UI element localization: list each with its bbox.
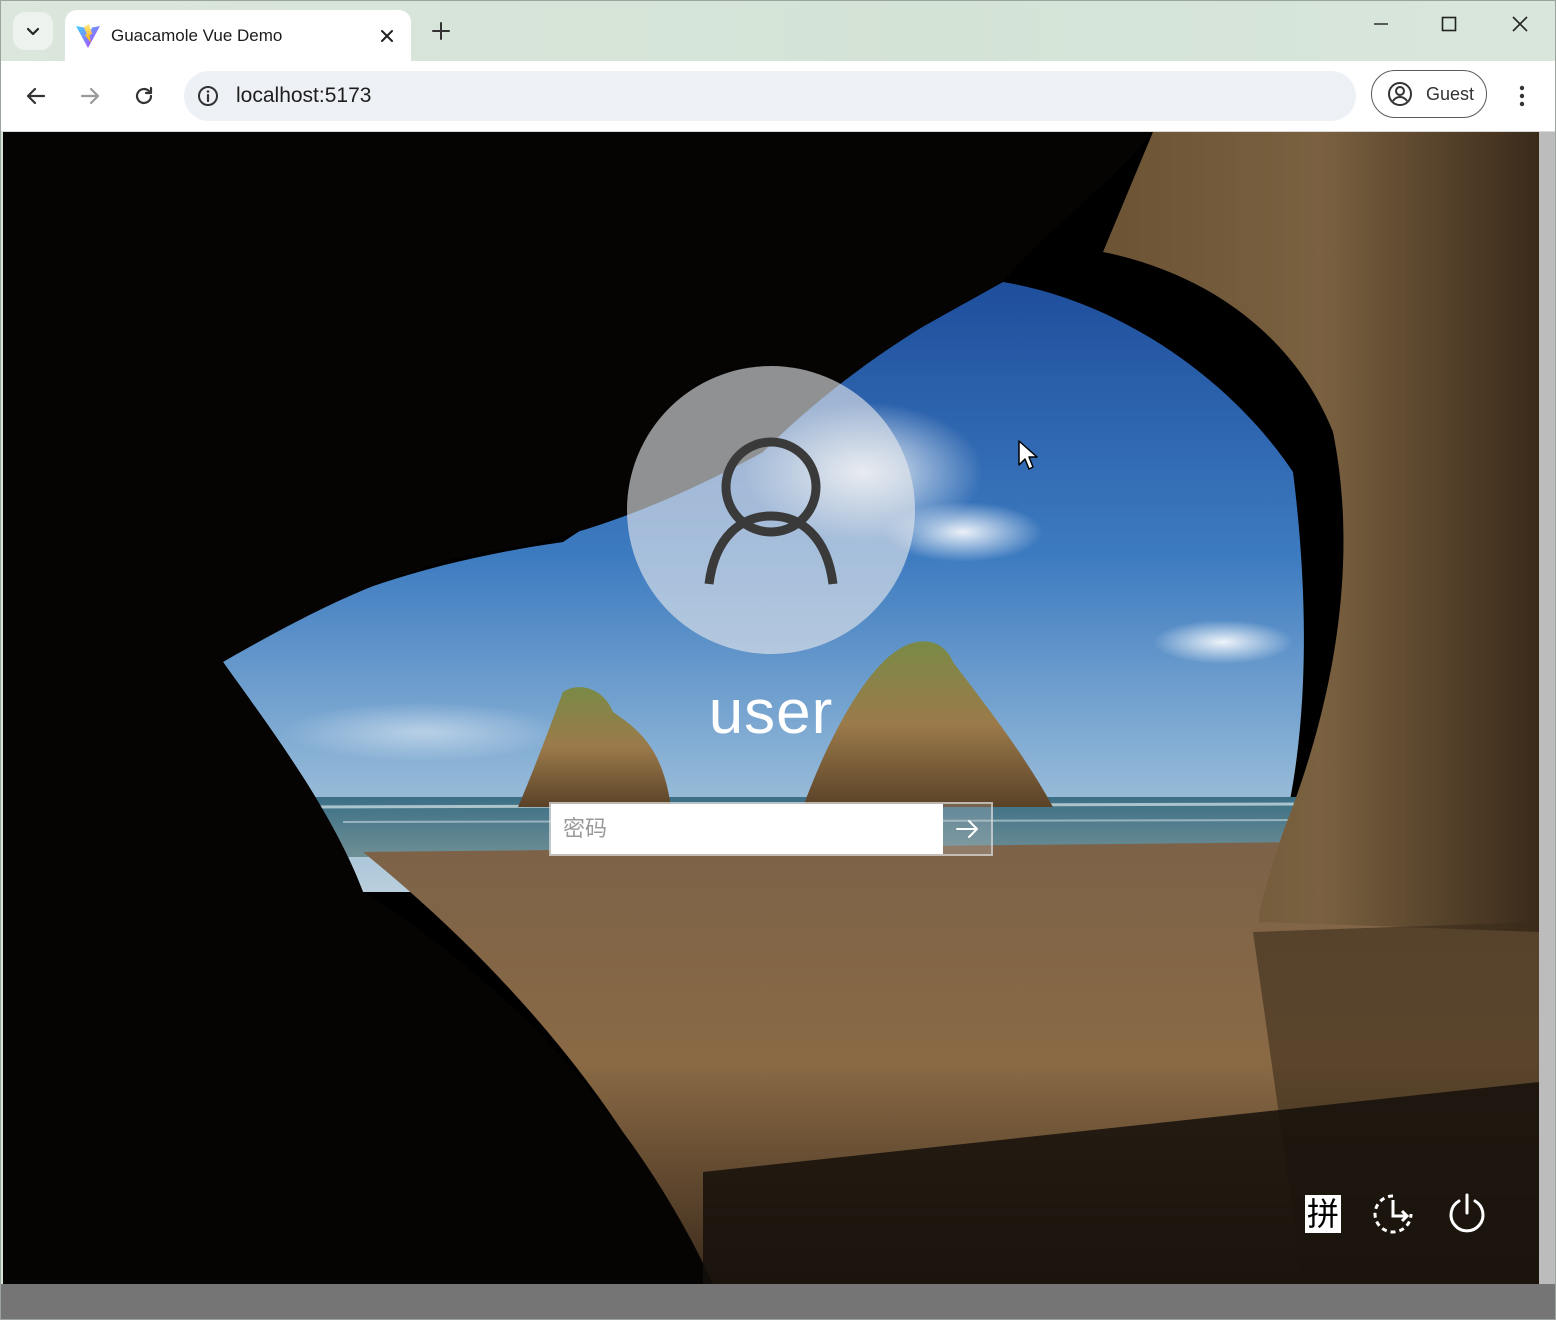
browser-toolbar: localhost:5173 Guest <box>1 61 1555 132</box>
password-input[interactable] <box>551 804 943 854</box>
submit-password-button[interactable] <box>943 804 991 854</box>
user-silhouette-icon <box>704 437 838 585</box>
vite-logo-icon <box>76 23 100 48</box>
profile-button[interactable]: Guest <box>1371 70 1487 118</box>
scrollbar-gutter <box>1539 132 1555 1284</box>
arrow-left-icon <box>26 87 46 105</box>
new-tab-button[interactable] <box>425 15 457 47</box>
tab-active[interactable]: Guacamole Vue Demo <box>65 10 411 61</box>
forward-button[interactable] <box>71 77 109 115</box>
close-window-button[interactable] <box>1490 7 1550 41</box>
arrow-right-icon <box>956 820 978 838</box>
back-button[interactable] <box>17 77 55 115</box>
minimize-button[interactable] <box>1351 7 1411 41</box>
maximize-button[interactable] <box>1419 7 1479 41</box>
power-button[interactable] <box>1445 1192 1489 1236</box>
maximize-icon <box>1441 16 1457 32</box>
password-box <box>549 802 993 856</box>
info-icon[interactable] <box>196 84 220 108</box>
input-method-button[interactable]: 拼 <box>1301 1192 1345 1236</box>
power-icon <box>1449 1193 1485 1233</box>
lockscreen-username: user <box>708 678 834 747</box>
profile-label: Guest <box>1426 83 1475 104</box>
tab-search-button[interactable] <box>13 12 53 50</box>
user-avatar <box>627 366 915 654</box>
kebab-menu-icon <box>1519 85 1525 107</box>
remote-desktop-canvas[interactable]: user 拼 <box>3 132 1539 1284</box>
ease-of-access-icon <box>1373 1194 1413 1234</box>
bottom-gutter <box>1 1284 1555 1319</box>
minimize-icon <box>1374 23 1388 25</box>
ime-indicator: 拼 <box>1305 1195 1341 1233</box>
ease-of-access-button[interactable] <box>1371 1192 1415 1236</box>
tab-strip: Guacamole Vue Demo <box>1 1 1555 61</box>
browser-menu-button[interactable] <box>1507 77 1537 115</box>
reload-button[interactable] <box>125 77 163 115</box>
address-url: localhost:5173 <box>236 84 372 107</box>
close-icon <box>381 29 393 42</box>
mouse-pointer-icon <box>1018 440 1038 470</box>
close-icon <box>1512 16 1528 32</box>
reload-icon <box>135 86 153 105</box>
account-circle-icon <box>1388 82 1412 106</box>
plus-icon <box>432 22 450 40</box>
tab-title: Guacamole Vue Demo <box>111 25 283 45</box>
arrow-right-icon <box>80 87 100 105</box>
chevron-down-icon <box>26 27 40 36</box>
browser-window: Guacamole Vue Demo localhost:5173 Guest … <box>0 0 1556 1320</box>
close-tab-button[interactable] <box>373 22 401 50</box>
address-bar[interactable]: localhost:5173 <box>184 71 1356 121</box>
